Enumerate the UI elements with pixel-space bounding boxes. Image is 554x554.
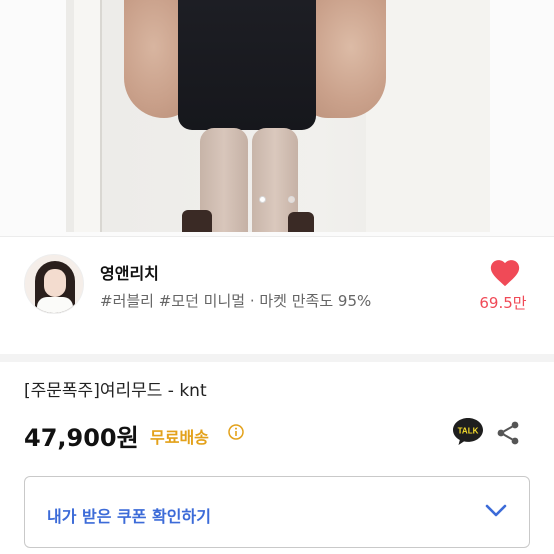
info-icon[interactable]	[228, 424, 244, 440]
section-divider	[0, 354, 554, 362]
shop-tags: #러블리 #모던 미니멀 · 마켓 만족도 95%	[100, 292, 372, 310]
product-image-gallery[interactable]	[0, 0, 554, 236]
divider	[0, 236, 554, 237]
shop-name[interactable]: 영앤리치	[100, 260, 159, 284]
coupon-check-label: 내가 받은 쿠폰 확인하기	[47, 507, 211, 526]
svg-text:TALK: TALK	[458, 427, 479, 436]
coupon-check-button[interactable]: 내가 받은 쿠폰 확인하기	[24, 476, 530, 548]
gallery-dot-active[interactable]	[259, 196, 266, 203]
shop-info-row[interactable]: 영앤리치 #러블리 #모던 미니멀 · 마켓 만족도 95% 69.5만	[0, 246, 554, 342]
talk-chat-icon[interactable]: TALK	[451, 415, 485, 447]
free-shipping-label: 무료배송	[150, 428, 209, 447]
product-title: [주문폭주]여리무드 - knt	[24, 381, 207, 401]
shop-avatar[interactable]	[24, 254, 84, 314]
product-photo	[66, 0, 490, 232]
chevron-down-icon	[485, 504, 507, 517]
like-count: 69.5만	[479, 294, 527, 312]
product-price: 47,900원	[24, 424, 139, 452]
gallery-dot[interactable]	[288, 196, 295, 203]
share-icon[interactable]	[496, 420, 520, 446]
heart-icon[interactable]	[488, 256, 522, 288]
